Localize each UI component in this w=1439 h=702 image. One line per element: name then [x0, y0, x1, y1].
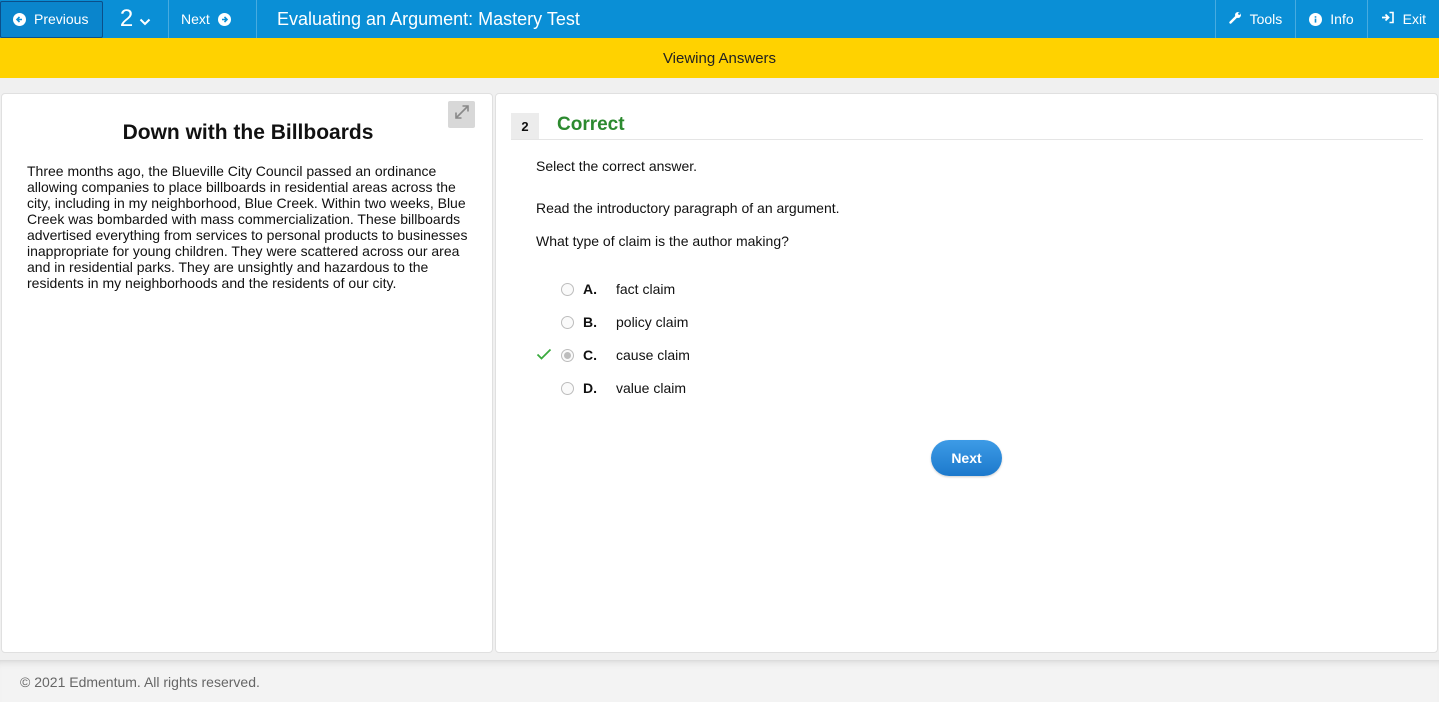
exit-button[interactable]: Exit: [1366, 0, 1439, 38]
option-a[interactable]: A. fact claim: [536, 279, 836, 299]
question-divider: [511, 139, 1423, 140]
exit-label: Exit: [1402, 11, 1426, 27]
question-panel: 2 Correct Select the correct answer. Rea…: [495, 93, 1438, 653]
page-title: Evaluating an Argument: Mastery Test: [277, 8, 580, 29]
next-nav-label: Next: [181, 11, 210, 27]
banner-text: Viewing Answers: [662, 49, 777, 67]
option-text: policy claim: [616, 314, 689, 330]
option-b[interactable]: B. policy claim: [536, 312, 836, 332]
question-selector-dropdown[interactable]: 2: [103, 0, 169, 38]
prompt-text: Read the introductory paragraph of an ar…: [536, 200, 840, 216]
next-nav-button[interactable]: Next: [169, 0, 257, 38]
option-text: cause claim: [616, 347, 690, 363]
tools-button[interactable]: Tools: [1214, 0, 1296, 38]
passage-body: Three months ago, the Blueville City Cou…: [27, 163, 468, 291]
tools-label: Tools: [1249, 11, 1283, 27]
passage-panel: Down with the Billboards Three months ag…: [1, 93, 493, 653]
info-button[interactable]: Info: [1295, 0, 1366, 38]
sign-out-icon: [1381, 11, 1395, 27]
copyright-text: © 2021 Edmentum. All rights reserved.: [20, 673, 260, 690]
previous-label: Previous: [34, 11, 89, 27]
next-button[interactable]: Next: [931, 440, 1002, 476]
previous-button[interactable]: Previous: [0, 0, 103, 38]
radio-button[interactable]: [561, 315, 574, 329]
info-label: Info: [1330, 11, 1354, 27]
option-letter: C.: [583, 347, 597, 363]
option-text: fact claim: [616, 281, 676, 297]
passage-title: Down with the Billboards: [122, 121, 374, 144]
viewing-answers-banner: Viewing Answers: [0, 38, 1439, 78]
answer-status: Correct: [557, 114, 625, 135]
arrow-left-icon: [13, 12, 26, 26]
option-text: value claim: [616, 380, 687, 396]
option-letter: B.: [583, 314, 597, 330]
option-c[interactable]: C. cause claim: [536, 345, 836, 365]
option-letter: D.: [583, 380, 597, 396]
radio-button[interactable]: [561, 381, 574, 395]
checkmark-icon: [536, 347, 552, 363]
radio-button-selected[interactable]: [561, 348, 574, 362]
radio-button[interactable]: [561, 282, 574, 296]
wrench-icon: [1228, 11, 1242, 27]
chevron-down-icon: [139, 5, 151, 33]
option-d[interactable]: D. value claim: [536, 378, 836, 398]
info-icon: [1309, 12, 1323, 26]
option-letter: A.: [583, 281, 597, 297]
top-nav-bar: Previous 2 Next Evaluating an Argument: …: [0, 0, 1439, 38]
question-number-badge: 2: [511, 113, 539, 139]
footer: © 2021 Edmentum. All rights reserved.: [0, 660, 1439, 702]
question-selector-number: 2: [119, 5, 134, 32]
arrow-right-icon: [217, 12, 231, 26]
instruction-text: Select the correct answer.: [536, 158, 698, 174]
question-text: What type of claim is the author making?: [536, 233, 789, 249]
toolbar-right: Tools Info Exit: [1214, 0, 1439, 38]
